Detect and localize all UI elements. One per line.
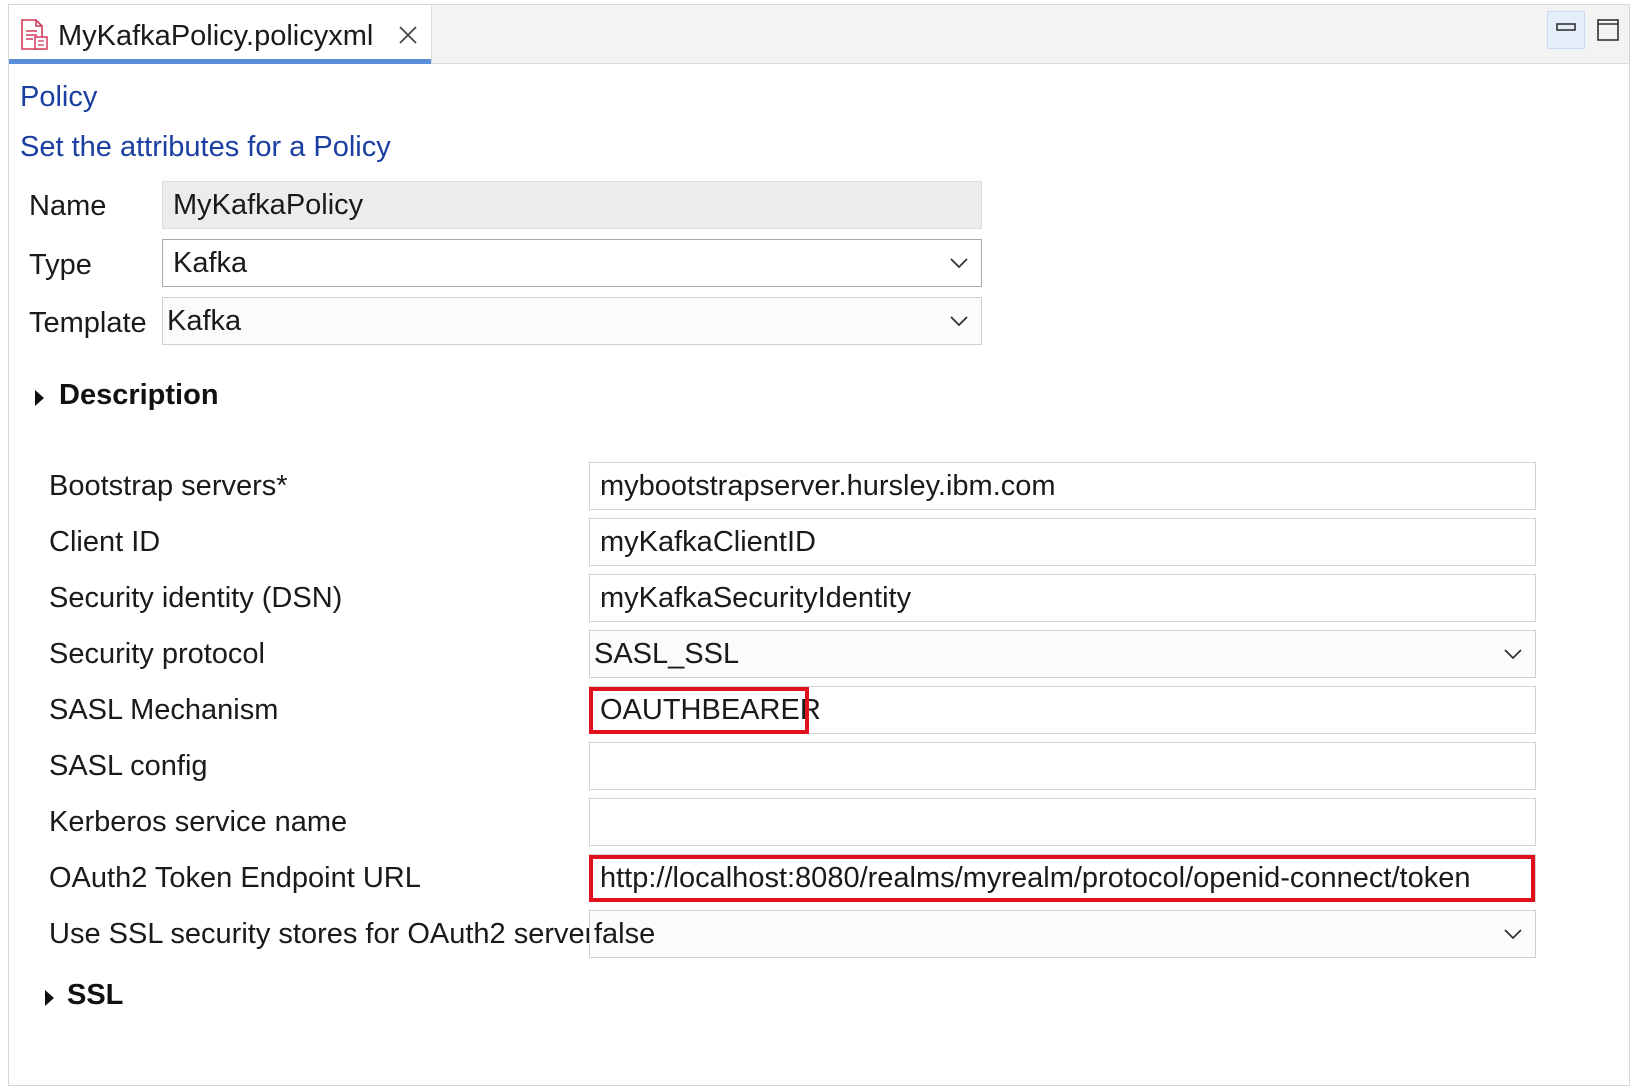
- oauth2-token-url-input[interactable]: http://localhost:8080/realms/myrealm/pro…: [589, 854, 1536, 902]
- tab-title: MyKafkaPolicy.policyxml: [58, 20, 374, 52]
- expand-triangle-icon[interactable]: [45, 990, 54, 1006]
- policy-file-icon: [21, 19, 48, 50]
- policy-editor: MyKafkaPolicy.policyxml Policy Set the a…: [8, 4, 1630, 1086]
- editor-tab-bar: MyKafkaPolicy.policyxml: [9, 5, 1629, 64]
- security-protocol-value: SASL_SSL: [594, 638, 740, 670]
- active-tab-indicator: [9, 59, 431, 64]
- description-section-toggle[interactable]: Description: [59, 379, 219, 412]
- sasl-config-input[interactable]: [589, 742, 1536, 790]
- minimize-button[interactable]: [1547, 11, 1585, 49]
- minimize-icon: [1556, 23, 1576, 31]
- oauth2-token-url-value: http://localhost:8080/realms/myrealm/pro…: [600, 862, 1471, 894]
- sasl-mechanism-value: OAUTHBEARER: [600, 694, 821, 726]
- chevron-down-icon: [950, 258, 968, 269]
- kerberos-service-name-label: Kerberos service name: [49, 806, 348, 838]
- ssl-stores-value: false: [594, 918, 656, 950]
- bootstrap-servers-label: Bootstrap servers*: [49, 470, 288, 502]
- client-id-input[interactable]: myKafkaClientID: [589, 518, 1536, 566]
- chevron-down-icon: [1504, 649, 1522, 660]
- client-id-label: Client ID: [49, 526, 161, 558]
- editor-content: Policy Set the attributes for a Policy N…: [9, 65, 1629, 1085]
- template-label: Template: [29, 307, 147, 339]
- security-protocol-label: Security protocol: [49, 638, 265, 670]
- type-select[interactable]: Kafka: [162, 239, 982, 287]
- bootstrap-servers-input[interactable]: mybootstrapserver.hursley.ibm.com: [589, 462, 1536, 510]
- ssl-stores-select[interactable]: false: [589, 910, 1536, 958]
- maximize-icon: [1597, 19, 1619, 41]
- chevron-down-icon: [950, 316, 968, 327]
- security-identity-input[interactable]: myKafkaSecurityIdentity: [589, 574, 1536, 622]
- security-identity-value: myKafkaSecurityIdentity: [600, 582, 912, 614]
- maximize-button[interactable]: [1589, 11, 1627, 49]
- sasl-config-label: SASL config: [49, 750, 208, 782]
- template-select[interactable]: Kafka: [162, 297, 982, 345]
- type-value: Kafka: [173, 247, 248, 279]
- page-subtitle: Set the attributes for a Policy: [20, 131, 391, 163]
- ssl-section-toggle[interactable]: SSL: [67, 979, 123, 1012]
- expand-triangle-icon[interactable]: [35, 390, 44, 406]
- oauth2-token-url-label: OAuth2 Token Endpoint URL: [49, 862, 421, 894]
- sasl-mechanism-input[interactable]: OAUTHBEARER: [589, 686, 1536, 734]
- security-identity-label: Security identity (DSN): [49, 582, 343, 614]
- sasl-mechanism-label: SASL Mechanism: [49, 694, 279, 726]
- type-label: Type: [29, 249, 92, 281]
- close-icon[interactable]: [397, 24, 419, 46]
- chevron-down-icon: [1504, 929, 1522, 940]
- name-label: Name: [29, 190, 107, 222]
- ssl-stores-label: Use SSL security stores for OAuth2 serve…: [49, 918, 595, 950]
- security-protocol-select[interactable]: SASL_SSL: [589, 630, 1536, 678]
- tab-mykafkapolicy[interactable]: MyKafkaPolicy.policyxml: [9, 5, 432, 64]
- name-field: MyKafkaPolicy: [162, 181, 982, 229]
- kerberos-service-name-input[interactable]: [589, 798, 1536, 846]
- template-value: Kafka: [167, 305, 242, 337]
- page-title: Policy: [20, 81, 98, 113]
- name-value: MyKafkaPolicy: [173, 189, 364, 221]
- bootstrap-servers-value: mybootstrapserver.hursley.ibm.com: [600, 470, 1056, 502]
- client-id-value: myKafkaClientID: [600, 526, 816, 558]
